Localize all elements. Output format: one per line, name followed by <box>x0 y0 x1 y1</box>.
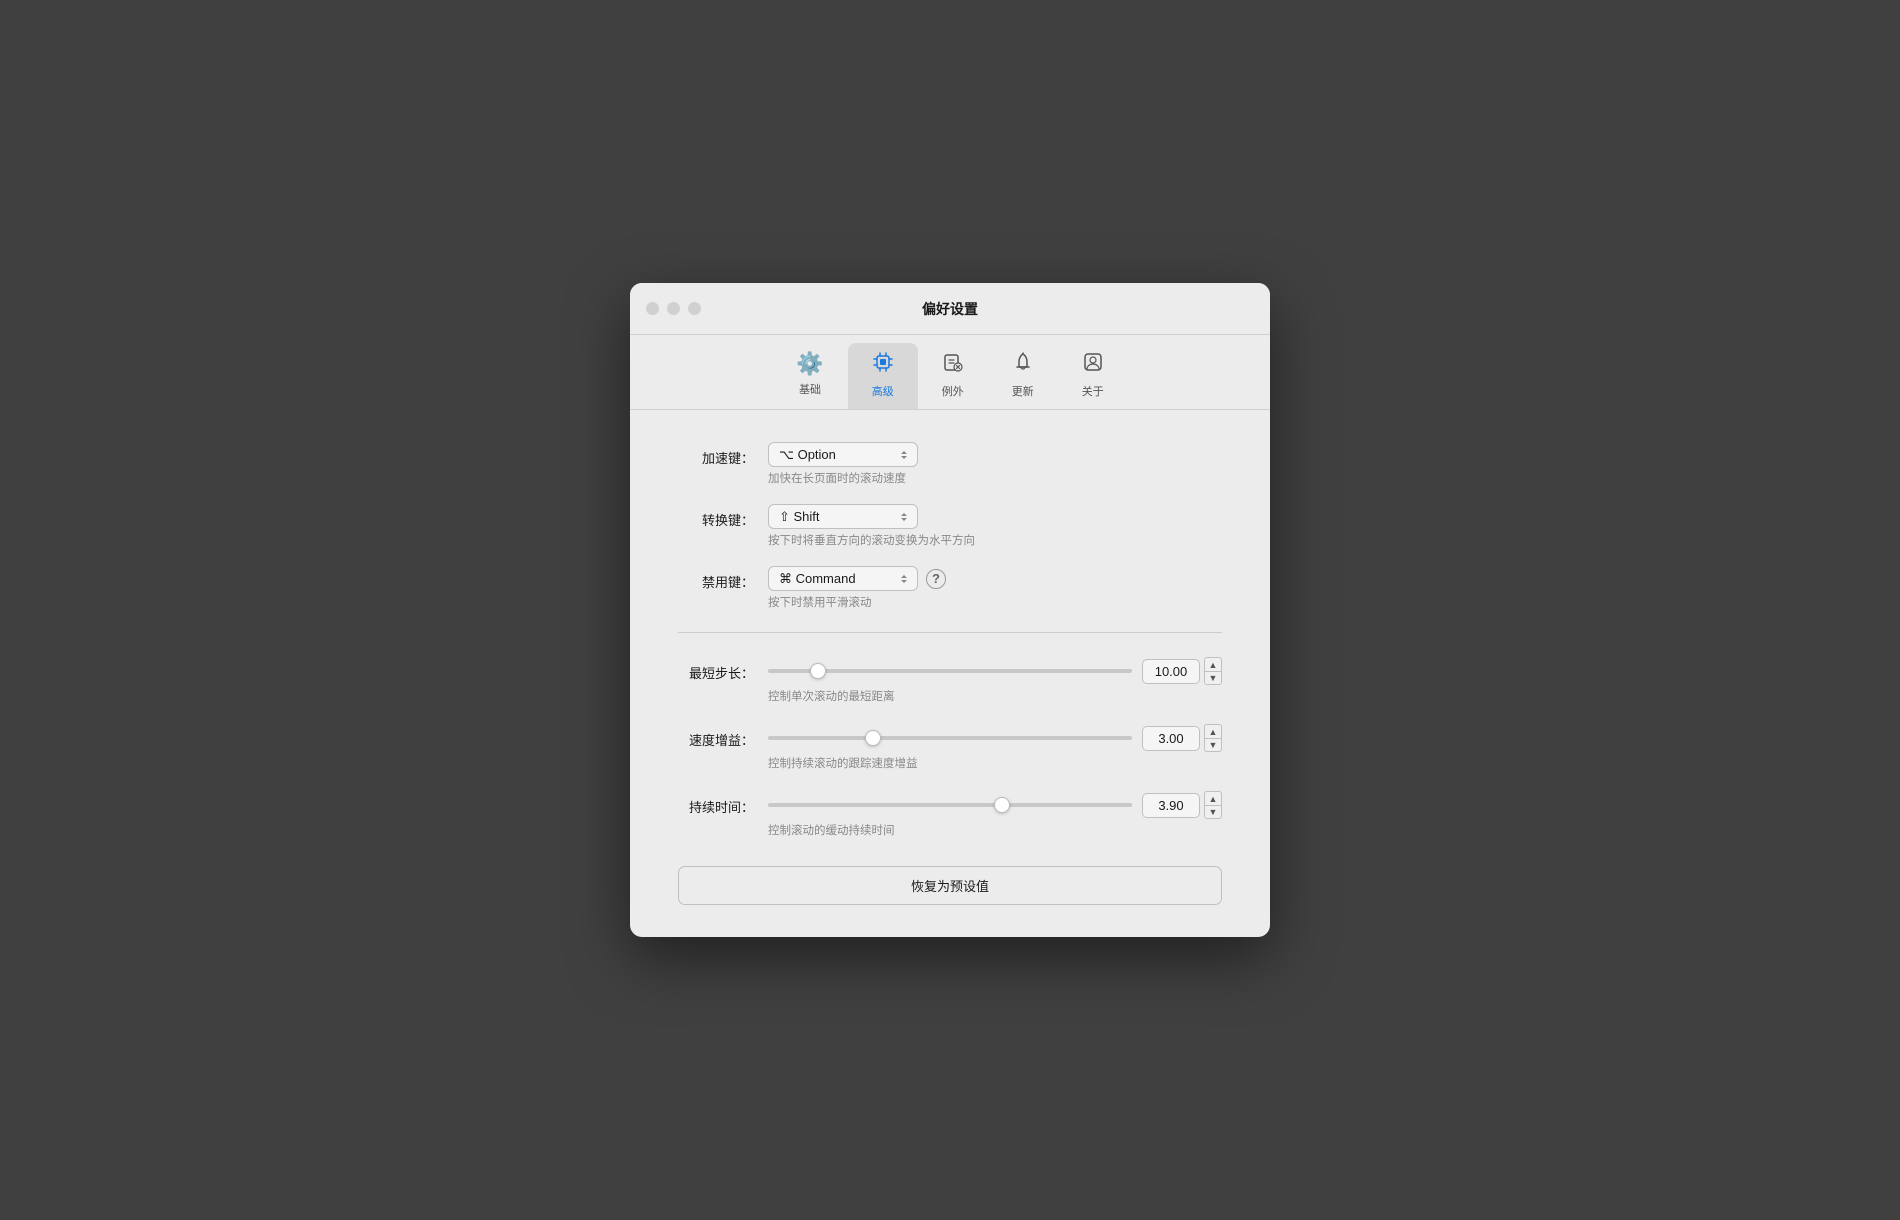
speed-boost-label: 速度增益： <box>678 724 768 749</box>
accelerator-select[interactable]: ⌥ Option ⌘ Command ⇧ Shift ⌃ Control 无 <box>768 442 918 467</box>
titlebar: 偏好设置 <box>630 283 1270 335</box>
duration-stepper-buttons: ▲ ▼ <box>1204 791 1222 819</box>
convert-label: 转换键： <box>678 504 768 529</box>
speed-boost-content: ▲ ▼ 控制持续滚动的跟踪速度增益 <box>768 724 1222 787</box>
duration-input[interactable] <box>1142 793 1200 818</box>
exception-icon <box>942 351 964 379</box>
minimize-button[interactable] <box>667 302 680 315</box>
disable-select[interactable]: ⌘ Command ⌥ Option ⇧ Shift ⌃ Control 无 <box>768 566 918 591</box>
person-icon <box>1082 351 1104 379</box>
speed-boost-stepper: ▲ ▼ <box>1142 724 1222 752</box>
convert-row: 转换键： ⇧ Shift ⌥ Option ⌘ Command ⌃ Contro… <box>678 504 1222 562</box>
tab-exception[interactable]: 例外 <box>918 343 988 409</box>
duration-down-button[interactable]: ▼ <box>1204 805 1222 819</box>
close-button[interactable] <box>646 302 659 315</box>
disable-row: 禁用键： ⌘ Command ⌥ Option ⇧ Shift ⌃ Contro… <box>678 566 1222 624</box>
tab-about[interactable]: 关于 <box>1058 343 1128 409</box>
tab-basic[interactable]: ⚙️ 基础 <box>772 343 847 409</box>
duration-slider[interactable] <box>768 803 1132 807</box>
tab-advanced[interactable]: 高级 <box>848 343 918 409</box>
traffic-lights <box>646 302 701 315</box>
min-step-content: ▲ ▼ 控制单次滚动的最短距离 <box>768 657 1222 720</box>
accelerator-label: 加速键： <box>678 442 768 467</box>
speed-boost-slider[interactable] <box>768 736 1132 740</box>
accelerator-hint: 加快在长页面时的滚动速度 <box>768 470 1222 486</box>
speed-boost-control: ▲ ▼ <box>768 724 1222 752</box>
content-area: 加速键： ⌥ Option ⌘ Command ⇧ Shift ⌃ Contro… <box>630 410 1270 937</box>
accelerator-select-wrap: ⌥ Option ⌘ Command ⇧ Shift ⌃ Control 无 <box>768 442 1222 467</box>
toolbar: ⚙️ 基础 高级 <box>630 335 1270 410</box>
gear-icon: ⚙️ <box>796 351 823 377</box>
disable-hint: 按下时禁用平滑滚动 <box>768 594 1222 610</box>
divider <box>678 632 1222 633</box>
tab-update[interactable]: 更新 <box>988 343 1058 409</box>
min-step-hint: 控制单次滚动的最短距离 <box>768 688 1222 704</box>
duration-up-button[interactable]: ▲ <box>1204 791 1222 805</box>
duration-content: ▲ ▼ 控制滚动的缓动持续时间 <box>768 791 1222 854</box>
restore-button[interactable]: 恢复为预设值 <box>678 866 1222 905</box>
duration-row: 持续时间： ▲ ▼ 控制滚动的缓动持续时间 <box>678 791 1222 854</box>
preferences-window: 偏好设置 ⚙️ 基础 高级 <box>630 283 1270 937</box>
disable-help-button[interactable]: ? <box>926 569 946 589</box>
min-step-stepper: ▲ ▼ <box>1142 657 1222 685</box>
min-step-control: ▲ ▼ <box>768 657 1222 685</box>
speed-boost-input[interactable] <box>1142 726 1200 751</box>
convert-select-wrap: ⇧ Shift ⌥ Option ⌘ Command ⌃ Control 无 <box>768 504 1222 529</box>
speed-boost-hint: 控制持续滚动的跟踪速度增益 <box>768 755 1222 771</box>
duration-stepper: ▲ ▼ <box>1142 791 1222 819</box>
speed-boost-up-button[interactable]: ▲ <box>1204 724 1222 738</box>
convert-select[interactable]: ⇧ Shift ⌥ Option ⌘ Command ⌃ Control 无 <box>768 504 918 529</box>
duration-label: 持续时间： <box>678 791 768 816</box>
accelerator-row: 加速键： ⌥ Option ⌘ Command ⇧ Shift ⌃ Contro… <box>678 442 1222 500</box>
convert-content: ⇧ Shift ⌥ Option ⌘ Command ⌃ Control 无 按… <box>768 504 1222 562</box>
min-step-input[interactable] <box>1142 659 1200 684</box>
disable-label: 禁用键： <box>678 566 768 591</box>
disable-select-wrap: ⌘ Command ⌥ Option ⇧ Shift ⌃ Control 无 ? <box>768 566 1222 591</box>
disable-content: ⌘ Command ⌥ Option ⇧ Shift ⌃ Control 无 ?… <box>768 566 1222 624</box>
bell-icon <box>1012 351 1034 379</box>
chip-icon <box>872 351 894 379</box>
speed-boost-stepper-buttons: ▲ ▼ <box>1204 724 1222 752</box>
convert-hint: 按下时将垂直方向的滚动变换为水平方向 <box>768 532 1222 548</box>
min-step-stepper-buttons: ▲ ▼ <box>1204 657 1222 685</box>
min-step-label: 最短步长： <box>678 657 768 682</box>
min-step-row: 最短步长： ▲ ▼ 控制单次滚动的最短距离 <box>678 657 1222 720</box>
maximize-button[interactable] <box>688 302 701 315</box>
duration-control: ▲ ▼ <box>768 791 1222 819</box>
speed-boost-down-button[interactable]: ▼ <box>1204 738 1222 752</box>
min-step-up-button[interactable]: ▲ <box>1204 657 1222 671</box>
duration-hint: 控制滚动的缓动持续时间 <box>768 822 1222 838</box>
speed-boost-row: 速度增益： ▲ ▼ 控制持续滚动的跟踪速度增益 <box>678 724 1222 787</box>
accelerator-content: ⌥ Option ⌘ Command ⇧ Shift ⌃ Control 无 加… <box>768 442 1222 500</box>
window-title: 偏好设置 <box>922 299 978 319</box>
min-step-down-button[interactable]: ▼ <box>1204 671 1222 685</box>
min-step-slider[interactable] <box>768 669 1132 673</box>
